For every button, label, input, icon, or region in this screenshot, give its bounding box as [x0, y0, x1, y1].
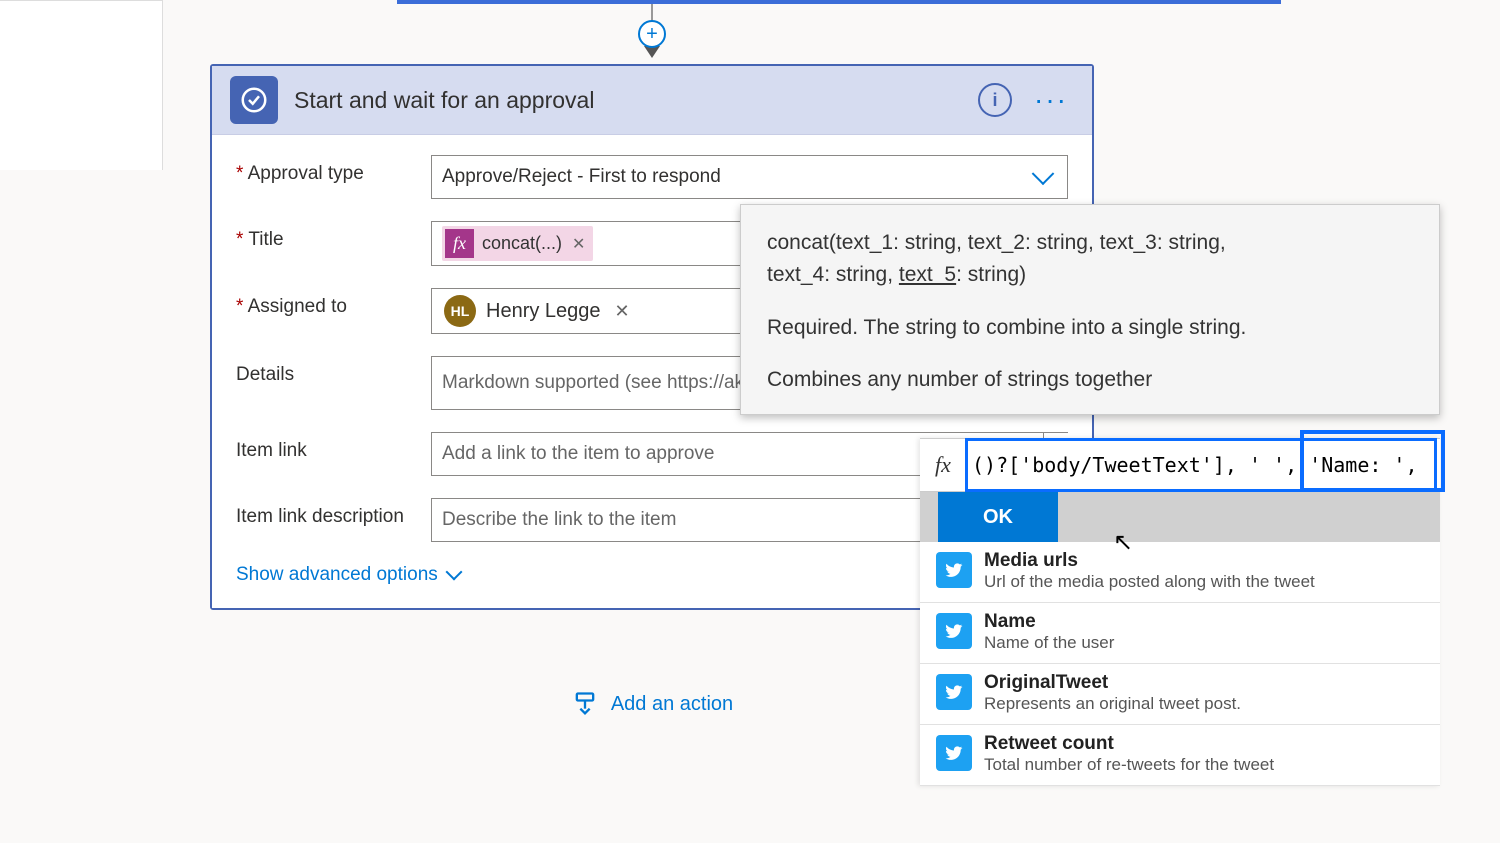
expression-input-row: fx: [920, 438, 1440, 492]
chevron-down-icon: [445, 564, 462, 581]
approval-icon: [230, 76, 278, 124]
title-label: Title: [236, 221, 431, 251]
tooltip-active-param: text_5: [899, 263, 956, 286]
item-link-label: Item link: [236, 432, 431, 462]
approval-type-value: Approve/Reject - First to respond: [442, 166, 721, 188]
avatar: HL: [444, 295, 476, 327]
twitter-icon: [936, 735, 972, 771]
function-tooltip: concat(text_1: string, text_2: string, t…: [740, 204, 1440, 415]
tooltip-required: Required. The string to combine into a s…: [767, 316, 1413, 340]
list-item-desc: Total number of re-tweets for the tweet: [984, 755, 1274, 775]
card-menu-button[interactable]: ···: [1028, 84, 1074, 116]
ok-button[interactable]: OK: [938, 492, 1058, 542]
item-link-desc-label: Item link description: [236, 498, 431, 528]
item-link-placeholder: Add a link to the item to approve: [442, 443, 715, 465]
flow-connector: +: [187, 4, 1117, 64]
show-advanced-toggle[interactable]: Show advanced options: [236, 564, 460, 586]
list-item[interactable]: Media urlsUrl of the media posted along …: [920, 542, 1440, 603]
remove-chip-icon[interactable]: ✕: [570, 234, 587, 254]
approval-type-select[interactable]: Approve/Reject - First to respond: [431, 155, 1068, 199]
expression-chip-label: concat(...): [482, 233, 562, 254]
assigned-user-name: Henry Legge: [486, 300, 601, 323]
list-item[interactable]: OriginalTweetRepresents an original twee…: [920, 664, 1440, 725]
assigned-to-label: Assigned to: [236, 288, 431, 318]
details-placeholder: Markdown supported (see https://aka.: [442, 372, 760, 394]
assigned-user-chip: HL Henry Legge ✕: [442, 293, 642, 329]
details-label: Details: [236, 356, 431, 386]
twitter-icon: [936, 613, 972, 649]
ok-row: OK: [920, 492, 1440, 542]
list-item-desc: Represents an original tweet post.: [984, 694, 1241, 714]
list-item-title: Name: [984, 611, 1114, 633]
card-title: Start and wait for an approval: [294, 87, 962, 114]
list-item-desc: Name of the user: [984, 633, 1114, 653]
approval-type-label: Approval type: [236, 155, 431, 185]
item-link-desc-placeholder: Describe the link to the item: [442, 509, 676, 531]
remove-user-icon[interactable]: ✕: [611, 301, 634, 322]
expression-chip[interactable]: fx concat(...) ✕: [442, 226, 593, 261]
insert-step-button[interactable]: +: [638, 20, 666, 48]
show-advanced-label: Show advanced options: [236, 564, 438, 586]
tooltip-sig-line1: concat(text_1: string, text_2: string, t…: [767, 231, 1226, 254]
list-item[interactable]: Retweet countTotal number of re-tweets f…: [920, 725, 1440, 786]
add-action-icon: [571, 690, 599, 718]
add-action-label: Add an action: [611, 693, 733, 716]
fx-label-icon: fx: [920, 452, 966, 478]
info-icon[interactable]: i: [978, 83, 1012, 117]
expression-panel: fx OK Media urlsUrl of the media posted …: [920, 438, 1440, 786]
card-header[interactable]: Start and wait for an approval i ···: [212, 66, 1092, 135]
tooltip-sig-line2c: : string): [956, 263, 1026, 286]
dynamic-content-list: Media urlsUrl of the media posted along …: [920, 542, 1440, 786]
list-item-title: OriginalTweet: [984, 672, 1241, 694]
list-item-title: Retweet count: [984, 733, 1274, 755]
left-panel-edge: [0, 0, 163, 170]
tooltip-desc: Combines any number of strings together: [767, 368, 1413, 392]
twitter-icon: [936, 674, 972, 710]
list-item-desc: Url of the media posted along with the t…: [984, 572, 1315, 592]
list-item[interactable]: NameName of the user: [920, 603, 1440, 664]
twitter-icon: [936, 552, 972, 588]
fx-icon: fx: [445, 229, 474, 258]
tooltip-sig-line2a: text_4: string,: [767, 263, 899, 286]
list-item-title: Media urls: [984, 550, 1315, 572]
expression-input[interactable]: [966, 439, 1436, 491]
